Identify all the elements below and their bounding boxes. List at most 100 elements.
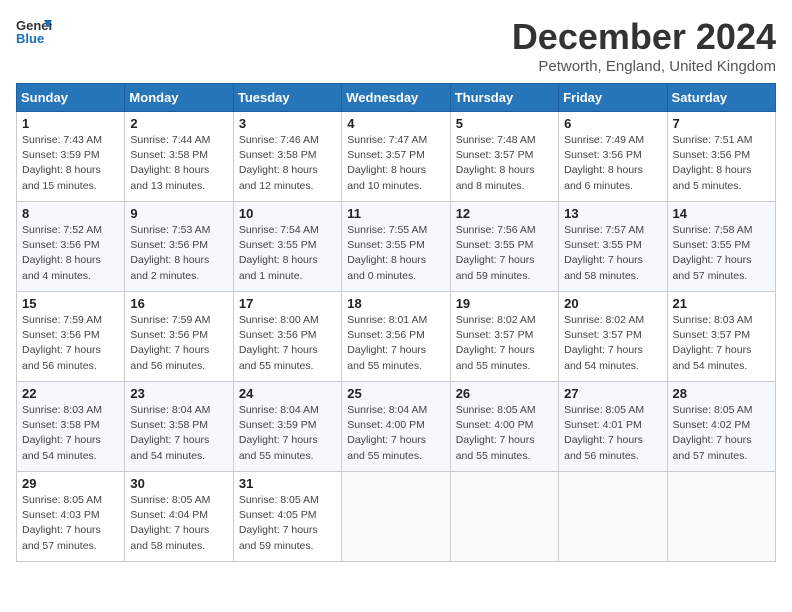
calendar-day-cell: 12Sunrise: 7:56 AM Sunset: 3:55 PM Dayli… xyxy=(450,202,558,292)
calendar-day-cell: 31 Sunrise: 8:05 AM Sunset: 4:05 PM Dayli… xyxy=(233,472,341,562)
day-number: 9 xyxy=(130,206,227,221)
calendar-day-cell: 1 Sunrise: 7:43 AM Sunset: 3:59 PM Daylig… xyxy=(17,112,125,202)
day-number: 13 xyxy=(564,206,661,221)
calendar-day-cell: 15Sunrise: 7:59 AM Sunset: 3:56 PM Dayli… xyxy=(17,292,125,382)
day-info: Sunrise: 7:51 AM Sunset: 3:56 PM Dayligh… xyxy=(673,133,770,194)
weekday-header: Wednesday xyxy=(342,84,450,112)
day-number: 15 xyxy=(22,296,119,311)
day-info: Sunrise: 7:46 AM Sunset: 3:58 PM Dayligh… xyxy=(239,133,336,194)
day-number: 2 xyxy=(130,116,227,131)
calendar-day-cell: 7 Sunrise: 7:51 AM Sunset: 3:56 PM Daylig… xyxy=(667,112,775,202)
calendar-day-cell: 8 Sunrise: 7:52 AM Sunset: 3:56 PM Daylig… xyxy=(17,202,125,292)
weekday-header: Monday xyxy=(125,84,233,112)
calendar-body: 1 Sunrise: 7:43 AM Sunset: 3:59 PM Daylig… xyxy=(17,112,776,562)
day-info: Sunrise: 7:53 AM Sunset: 3:56 PM Dayligh… xyxy=(130,223,227,284)
empty-calendar-cell xyxy=(342,472,450,562)
calendar-day-cell: 13 Sunrise: 7:57 AM Sunset: 3:55 PM Dayli… xyxy=(559,202,667,292)
day-info: Sunrise: 7:54 AM Sunset: 3:55 PM Dayligh… xyxy=(239,223,336,284)
day-info: Sunrise: 7:47 AM Sunset: 3:57 PM Dayligh… xyxy=(347,133,444,194)
weekday-header: Friday xyxy=(559,84,667,112)
day-info: Sunrise: 8:03 AM Sunset: 3:58 PM Dayligh… xyxy=(22,403,119,464)
weekday-header: Tuesday xyxy=(233,84,341,112)
day-info: Sunrise: 8:05 AM Sunset: 4:01 PM Dayligh… xyxy=(564,403,661,464)
calendar-week-row: 1 Sunrise: 7:43 AM Sunset: 3:59 PM Daylig… xyxy=(17,112,776,202)
empty-calendar-cell xyxy=(559,472,667,562)
day-number: 18 xyxy=(347,296,444,311)
day-number: 8 xyxy=(22,206,119,221)
calendar-day-cell: 5 Sunrise: 7:48 AM Sunset: 3:57 PM Daylig… xyxy=(450,112,558,202)
page-header: General Blue December 2024 Petworth, Eng… xyxy=(16,16,776,75)
day-number: 23 xyxy=(130,386,227,401)
day-info: Sunrise: 8:02 AM Sunset: 3:57 PM Dayligh… xyxy=(456,313,553,374)
day-number: 27 xyxy=(564,386,661,401)
day-info: Sunrise: 8:00 AM Sunset: 3:56 PM Dayligh… xyxy=(239,313,336,374)
day-info: Sunrise: 7:57 AM Sunset: 3:55 PM Dayligh… xyxy=(564,223,661,284)
day-number: 12 xyxy=(456,206,553,221)
title-block: December 2024 Petworth, England, United … xyxy=(512,16,776,75)
calendar-day-cell: 27 Sunrise: 8:05 AM Sunset: 4:01 PM Dayli… xyxy=(559,382,667,472)
day-number: 14 xyxy=(673,206,770,221)
day-number: 6 xyxy=(564,116,661,131)
day-info: Sunrise: 7:58 AM Sunset: 3:55 PM Dayligh… xyxy=(673,223,770,284)
calendar-table: SundayMondayTuesdayWednesdayThursdayFrid… xyxy=(16,83,776,562)
calendar-day-cell: 22 Sunrise: 8:03 AM Sunset: 3:58 PM Dayli… xyxy=(17,382,125,472)
day-info: Sunrise: 7:52 AM Sunset: 3:56 PM Dayligh… xyxy=(22,223,119,284)
day-number: 3 xyxy=(239,116,336,131)
month-title: December 2024 xyxy=(512,16,776,58)
day-number: 17 xyxy=(239,296,336,311)
calendar-day-cell: 2 Sunrise: 7:44 AM Sunset: 3:58 PM Daylig… xyxy=(125,112,233,202)
day-info: Sunrise: 7:55 AM Sunset: 3:55 PM Dayligh… xyxy=(347,223,444,284)
day-info: Sunrise: 8:04 AM Sunset: 4:00 PM Dayligh… xyxy=(347,403,444,464)
weekday-header: Thursday xyxy=(450,84,558,112)
calendar-week-row: 15Sunrise: 7:59 AM Sunset: 3:56 PM Dayli… xyxy=(17,292,776,382)
calendar-day-cell: 10 Sunrise: 7:54 AM Sunset: 3:55 PM Dayli… xyxy=(233,202,341,292)
day-number: 7 xyxy=(673,116,770,131)
calendar-week-row: 22 Sunrise: 8:03 AM Sunset: 3:58 PM Dayli… xyxy=(17,382,776,472)
logo-icon: General Blue xyxy=(16,16,52,46)
day-info: Sunrise: 8:05 AM Sunset: 4:04 PM Dayligh… xyxy=(130,493,227,554)
day-number: 1 xyxy=(22,116,119,131)
day-info: Sunrise: 8:05 AM Sunset: 4:02 PM Dayligh… xyxy=(673,403,770,464)
day-info: Sunrise: 7:43 AM Sunset: 3:59 PM Dayligh… xyxy=(22,133,119,194)
day-info: Sunrise: 8:05 AM Sunset: 4:00 PM Dayligh… xyxy=(456,403,553,464)
calendar-day-cell: 26 Sunrise: 8:05 AM Sunset: 4:00 PM Dayli… xyxy=(450,382,558,472)
day-number: 26 xyxy=(456,386,553,401)
weekday-header: Saturday xyxy=(667,84,775,112)
day-number: 5 xyxy=(456,116,553,131)
calendar-day-cell: 17 Sunrise: 8:00 AM Sunset: 3:56 PM Dayli… xyxy=(233,292,341,382)
day-number: 16 xyxy=(130,296,227,311)
day-number: 28 xyxy=(673,386,770,401)
calendar-day-cell: 19Sunrise: 8:02 AM Sunset: 3:57 PM Dayli… xyxy=(450,292,558,382)
location: Petworth, England, United Kingdom xyxy=(512,58,776,75)
calendar-day-cell: 4 Sunrise: 7:47 AM Sunset: 3:57 PM Daylig… xyxy=(342,112,450,202)
day-info: Sunrise: 8:01 AM Sunset: 3:56 PM Dayligh… xyxy=(347,313,444,374)
day-number: 25 xyxy=(347,386,444,401)
day-number: 20 xyxy=(564,296,661,311)
day-number: 22 xyxy=(22,386,119,401)
calendar-day-cell: 28 Sunrise: 8:05 AM Sunset: 4:02 PM Dayli… xyxy=(667,382,775,472)
day-info: Sunrise: 8:05 AM Sunset: 4:03 PM Dayligh… xyxy=(22,493,119,554)
day-number: 31 xyxy=(239,476,336,491)
day-number: 29 xyxy=(22,476,119,491)
logo: General Blue xyxy=(16,16,52,46)
calendar-day-cell: 11Sunrise: 7:55 AM Sunset: 3:55 PM Dayli… xyxy=(342,202,450,292)
calendar-day-cell: 20Sunrise: 8:02 AM Sunset: 3:57 PM Dayli… xyxy=(559,292,667,382)
calendar-day-cell: 16Sunrise: 7:59 AM Sunset: 3:56 PM Dayli… xyxy=(125,292,233,382)
day-number: 10 xyxy=(239,206,336,221)
calendar-header: SundayMondayTuesdayWednesdayThursdayFrid… xyxy=(17,84,776,112)
day-number: 4 xyxy=(347,116,444,131)
day-info: Sunrise: 7:49 AM Sunset: 3:56 PM Dayligh… xyxy=(564,133,661,194)
weekday-header: Sunday xyxy=(17,84,125,112)
day-number: 24 xyxy=(239,386,336,401)
day-info: Sunrise: 8:05 AM Sunset: 4:05 PM Dayligh… xyxy=(239,493,336,554)
day-info: Sunrise: 8:04 AM Sunset: 3:58 PM Dayligh… xyxy=(130,403,227,464)
calendar-day-cell: 25 Sunrise: 8:04 AM Sunset: 4:00 PM Dayli… xyxy=(342,382,450,472)
day-info: Sunrise: 7:44 AM Sunset: 3:58 PM Dayligh… xyxy=(130,133,227,194)
day-info: Sunrise: 7:48 AM Sunset: 3:57 PM Dayligh… xyxy=(456,133,553,194)
day-info: Sunrise: 8:04 AM Sunset: 3:59 PM Dayligh… xyxy=(239,403,336,464)
calendar-week-row: 29 Sunrise: 8:05 AM Sunset: 4:03 PM Dayli… xyxy=(17,472,776,562)
empty-calendar-cell xyxy=(450,472,558,562)
calendar-day-cell: 18 Sunrise: 8:01 AM Sunset: 3:56 PM Dayli… xyxy=(342,292,450,382)
svg-text:Blue: Blue xyxy=(16,31,44,46)
calendar-day-cell: 23 Sunrise: 8:04 AM Sunset: 3:58 PM Dayli… xyxy=(125,382,233,472)
